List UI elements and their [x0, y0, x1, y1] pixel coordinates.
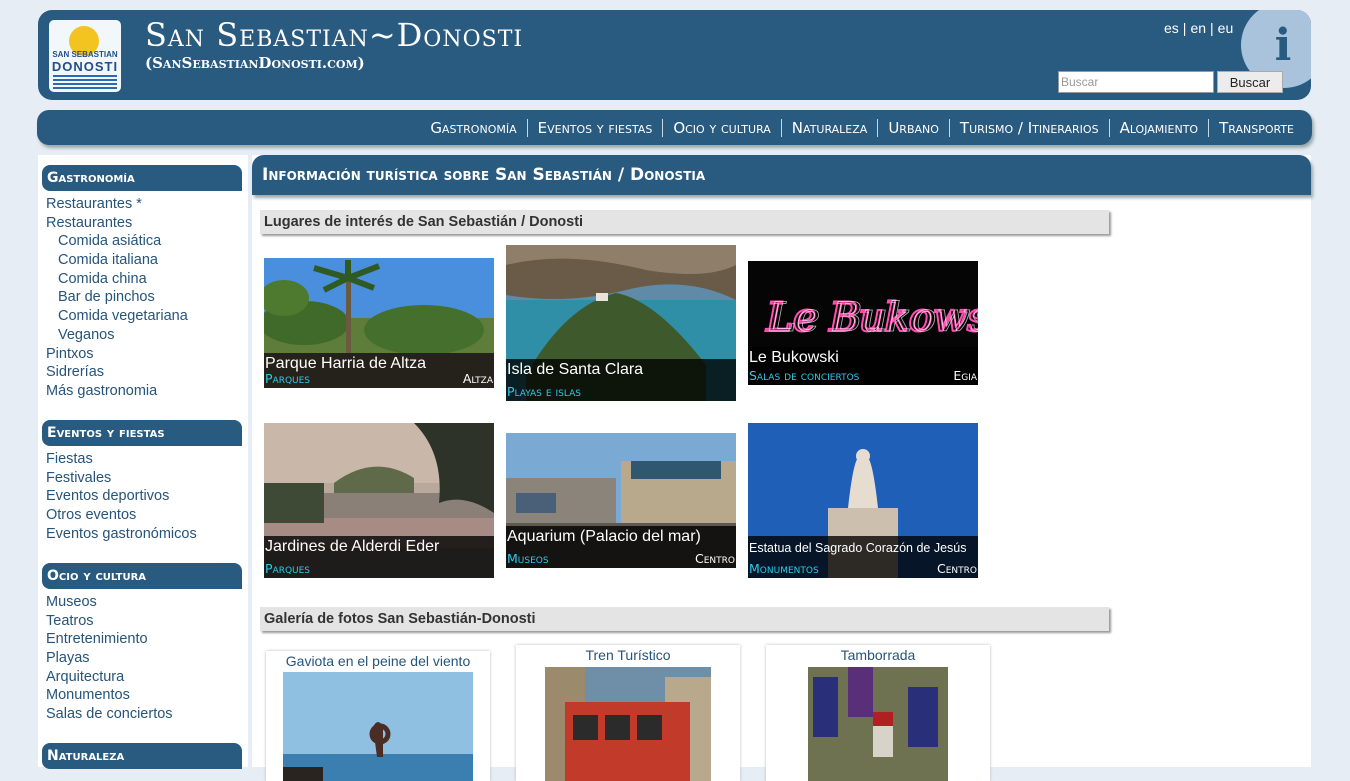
poi-category[interactable]: Parques	[265, 371, 310, 386]
drummers-photo	[808, 667, 948, 781]
sidebar-list-gastronomia: Restaurantes * Restaurantes Comida asiát…	[46, 195, 188, 401]
poi-name[interactable]: Isla de Santa Clara	[507, 361, 643, 379]
poi-caption: Isla de Santa Clara Playas e islas	[506, 359, 736, 401]
logo-line1: SAN SEBASTIAN	[52, 50, 118, 59]
lang-es[interactable]: es	[1164, 20, 1179, 36]
poi-zone: Egia	[953, 368, 977, 383]
sidebar-list-eventos: Fiestas Festivales Eventos deportivos Ot…	[46, 450, 197, 543]
sidebar-subitem[interactable]: Comida asiática	[46, 232, 188, 251]
sidebar-subitem[interactable]: Bar de pinchos	[46, 288, 188, 307]
poi-name[interactable]: Jardines de Alderdi Eder	[265, 538, 439, 556]
poi-zone: Centro	[695, 551, 735, 566]
poi-card[interactable]: Estatua del Sagrado Corazón de Jesús Mon…	[748, 423, 978, 578]
sidebar-subitem[interactable]: Comida china	[46, 270, 188, 289]
poi-section-title: Lugares de interés de San Sebastián / Do…	[260, 210, 1109, 234]
sidebar-item[interactable]: Festivales	[46, 469, 197, 488]
poi-card[interactable]: Parque Harria de Altza Parques Altza	[264, 258, 494, 388]
poi-caption: Estatua del Sagrado Corazón de Jesús Mon…	[748, 536, 978, 578]
search-input[interactable]	[1058, 71, 1214, 93]
sidebar-item[interactable]: Salas de conciertos	[46, 705, 173, 724]
sidebar-item[interactable]: Sidrerías	[46, 363, 188, 382]
gallery-card[interactable]: Gaviota en el peine del viento	[266, 651, 490, 781]
logo-line2: DONOSTI	[51, 59, 119, 74]
sidebar-heading-gastronomia[interactable]: Gastronomía	[42, 165, 242, 191]
poi-card[interactable]: Jardines de Alderdi Eder Parques	[264, 423, 494, 578]
language-switcher: es | en | eu	[1164, 20, 1234, 36]
gallery-card[interactable]: Tren Turístico	[516, 645, 740, 781]
sidebar-item[interactable]: Arquitectura	[46, 668, 173, 687]
nav-gastronomia[interactable]: Gastronomía	[420, 119, 526, 137]
nav-eventos[interactable]: Eventos y fiestas	[526, 119, 663, 137]
sculpture-photo	[283, 672, 473, 781]
search-button[interactable]: Buscar	[1217, 71, 1283, 93]
poi-category[interactable]: Playas e islas	[507, 384, 581, 399]
sidebar-item[interactable]: Más gastronomia	[46, 382, 188, 401]
sidebar-item[interactable]: Entretenimiento	[46, 630, 173, 649]
sidebar-item[interactable]: Eventos deportivos	[46, 487, 197, 506]
site-logo[interactable]: SAN SEBASTIAN DONOSTI	[49, 20, 121, 92]
poi-caption: Le Bukowski Salas de conciertos Egia	[748, 347, 978, 385]
gallery-title[interactable]: Tren Turístico	[516, 647, 740, 663]
sidebar-item[interactable]: Teatros	[46, 612, 173, 631]
poi-card[interactable]: Aquarium (Palacio del mar) Museos Centro	[506, 433, 736, 568]
sidebar-item[interactable]: Fiestas	[46, 450, 197, 469]
page-title: Información turística sobre San Sebastiá…	[252, 155, 1311, 195]
sidebar-heading-ocio[interactable]: Ocio y cultura	[42, 563, 242, 589]
gallery-title[interactable]: Tamborrada	[766, 647, 990, 663]
sidebar-subitem[interactable]: Comida italiana	[46, 251, 188, 270]
main-content: Información turística sobre San Sebastiá…	[252, 155, 1311, 781]
tourist-train-photo	[545, 667, 711, 781]
sidebar-item[interactable]: Playas	[46, 649, 173, 668]
nav-naturaleza[interactable]: Naturaleza	[780, 119, 878, 137]
site-header: SAN SEBASTIAN DONOSTI San Sebastian~Dono…	[38, 10, 1311, 100]
poi-caption: Aquarium (Palacio del mar) Museos Centro	[506, 526, 736, 568]
poi-name[interactable]: Aquarium (Palacio del mar)	[507, 528, 701, 546]
poi-category[interactable]: Salas de conciertos	[749, 368, 859, 383]
sidebar-item[interactable]: Restaurantes	[46, 214, 188, 233]
gallery-section-title: Galería de fotos San Sebastián-Donosti	[260, 607, 1109, 631]
sidebar-item[interactable]: Monumentos	[46, 686, 173, 705]
sidebar-list-ocio: Museos Teatros Entretenimiento Playas Ar…	[46, 593, 173, 724]
nav-transporte[interactable]: Transporte	[1208, 119, 1304, 137]
sidebar-subitem[interactable]: Comida vegetariana	[46, 307, 188, 326]
poi-name[interactable]: Estatua del Sagrado Corazón de Jesús	[749, 541, 967, 555]
nav-turismo[interactable]: Turismo / Itinerarios	[948, 119, 1109, 137]
site-url: (SanSebastianDonosti.com)	[145, 54, 365, 72]
waves-icon	[53, 75, 117, 89]
sidebar: Gastronomía Restaurantes * Restaurantes …	[38, 155, 248, 769]
sidebar-item[interactable]: Eventos gastronómicos	[46, 525, 197, 544]
poi-name[interactable]: Le Bukowski	[749, 349, 839, 367]
poi-card[interactable]: Le Bukowski Le Bukowski Le Bukowski Sala…	[748, 261, 978, 385]
sidebar-item[interactable]: Museos	[46, 593, 173, 612]
main-nav: Gastronomía Eventos y fiestas Ocio y cul…	[37, 110, 1312, 145]
poi-caption: Jardines de Alderdi Eder Parques	[264, 536, 494, 578]
nav-urbano[interactable]: Urbano	[877, 119, 949, 137]
sidebar-item[interactable]: Restaurantes *	[46, 195, 188, 214]
sidebar-item[interactable]: Pintxos	[46, 345, 188, 364]
sidebar-heading-eventos[interactable]: Eventos y fiestas	[42, 420, 242, 446]
poi-zone: Centro	[937, 561, 977, 576]
info-icon[interactable]: i	[1268, 18, 1298, 74]
site-title[interactable]: San Sebastian~Donosti	[145, 16, 523, 54]
gallery-card[interactable]: Tamborrada	[766, 645, 990, 781]
poi-zone: Altza	[462, 371, 493, 386]
sidebar-item[interactable]: Otros eventos	[46, 506, 197, 525]
nav-alojamiento[interactable]: Alojamiento	[1108, 119, 1209, 137]
gallery-title[interactable]: Gaviota en el peine del viento	[266, 653, 490, 669]
poi-card[interactable]: Isla de Santa Clara Playas e islas	[506, 245, 736, 401]
lang-en[interactable]: en	[1190, 20, 1206, 36]
poi-caption: Parque Harria de Altza Parques Altza	[264, 353, 494, 388]
poi-category[interactable]: Parques	[265, 561, 310, 576]
nav-ocio[interactable]: Ocio y cultura	[662, 119, 780, 137]
sidebar-subitem[interactable]: Veganos	[46, 326, 188, 345]
poi-category[interactable]: Monumentos	[749, 561, 819, 576]
sidebar-heading-naturaleza[interactable]: Naturaleza	[42, 743, 242, 769]
poi-category[interactable]: Museos	[507, 551, 549, 566]
neon-sign-highlight-text: Le Bukowski	[769, 295, 978, 341]
lang-eu[interactable]: eu	[1218, 20, 1234, 36]
